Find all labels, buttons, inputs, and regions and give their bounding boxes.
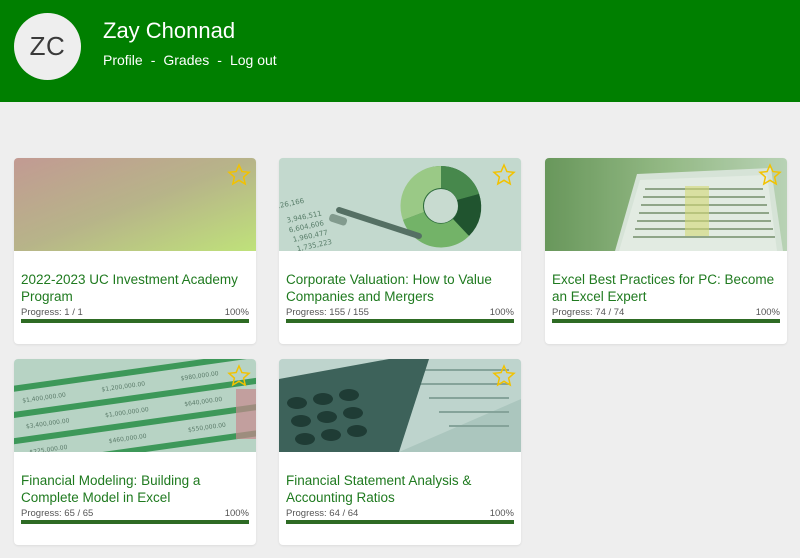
course-title[interactable]: Financial Modeling: Building a Complete …: [21, 472, 253, 506]
progress-bar: [286, 520, 514, 524]
progress-percent: 100%: [755, 307, 780, 318]
progress-percent: 100%: [224, 307, 249, 318]
course-card[interactable]: Excel Best Practices for PC: Become an E…: [545, 158, 787, 344]
user-nav: Profile - Grades - Log out: [103, 52, 277, 68]
star-outline-icon[interactable]: [227, 163, 251, 187]
star-outline-icon[interactable]: [492, 364, 516, 388]
donut-chart-photo: 226,166 3,946,511 6,604,606 1,960,477 1,…: [279, 158, 521, 251]
progress-fill: [286, 319, 514, 323]
avatar[interactable]: ZC: [14, 13, 81, 80]
course-card[interactable]: 2022-2023 UC Investment Academy Program …: [14, 158, 256, 344]
course-title[interactable]: Financial Statement Analysis & Accountin…: [286, 472, 518, 506]
progress-label: Progress: 155 / 155: [286, 307, 369, 318]
star-outline-icon[interactable]: [492, 163, 516, 187]
progress-bar: [21, 319, 249, 323]
progress-label: Progress: 74 / 74: [552, 307, 625, 318]
progress-label: Progress: 1 / 1: [21, 307, 83, 318]
progress-bar: [552, 319, 780, 323]
calculator-photo: [279, 359, 521, 452]
nav-separator: -: [217, 52, 222, 68]
star-outline-icon[interactable]: [758, 163, 782, 187]
grades-link[interactable]: Grades: [163, 52, 209, 68]
course-thumbnail[interactable]: [14, 158, 256, 251]
course-title[interactable]: Corporate Valuation: How to Value Compan…: [286, 271, 518, 305]
progress-label: Progress: 64 / 64: [286, 508, 359, 519]
laptop-spreadsheet-photo: [545, 158, 787, 251]
course-card[interactable]: Financial Statement Analysis & Accountin…: [279, 359, 521, 545]
progress-percent: 100%: [489, 307, 514, 318]
profile-link[interactable]: Profile: [103, 52, 143, 68]
course-thumbnail[interactable]: $1,400,000.00 $1,200,000.00 $980,000.00 $3…: [14, 359, 256, 452]
logout-link[interactable]: Log out: [230, 52, 277, 68]
course-card[interactable]: 226,166 3,946,511 6,604,606 1,960,477 1,…: [279, 158, 521, 344]
header-bar: ZC Zay Chonnad Profile - Grades - Log ou…: [0, 0, 800, 102]
progress-fill: [21, 319, 249, 323]
nav-separator: -: [150, 52, 156, 68]
course-thumbnail[interactable]: [545, 158, 787, 251]
user-name: Zay Chonnad: [103, 18, 236, 43]
spreadsheet-printout-photo: $1,400,000.00$1,200,000.00$980,000.00 $3…: [14, 359, 256, 452]
star-outline-icon[interactable]: [227, 364, 251, 388]
progress-fill: [552, 319, 780, 323]
gradient-thumbnail: [14, 158, 256, 251]
progress-fill: [21, 520, 249, 524]
progress-label: Progress: 65 / 65: [21, 508, 94, 519]
progress-percent: 100%: [224, 508, 249, 519]
course-thumbnail[interactable]: [279, 359, 521, 452]
progress-fill: [286, 520, 514, 524]
course-thumbnail[interactable]: 226,166 3,946,511 6,604,606 1,960,477 1,…: [279, 158, 521, 251]
progress-bar: [286, 319, 514, 323]
progress-percent: 100%: [489, 508, 514, 519]
progress-bar: [21, 520, 249, 524]
course-card[interactable]: $1,400,000.00 $1,200,000.00 $980,000.00 $3…: [14, 359, 256, 545]
course-title[interactable]: Excel Best Practices for PC: Become an E…: [552, 271, 784, 305]
course-title[interactable]: 2022-2023 UC Investment Academy Program: [21, 271, 253, 305]
